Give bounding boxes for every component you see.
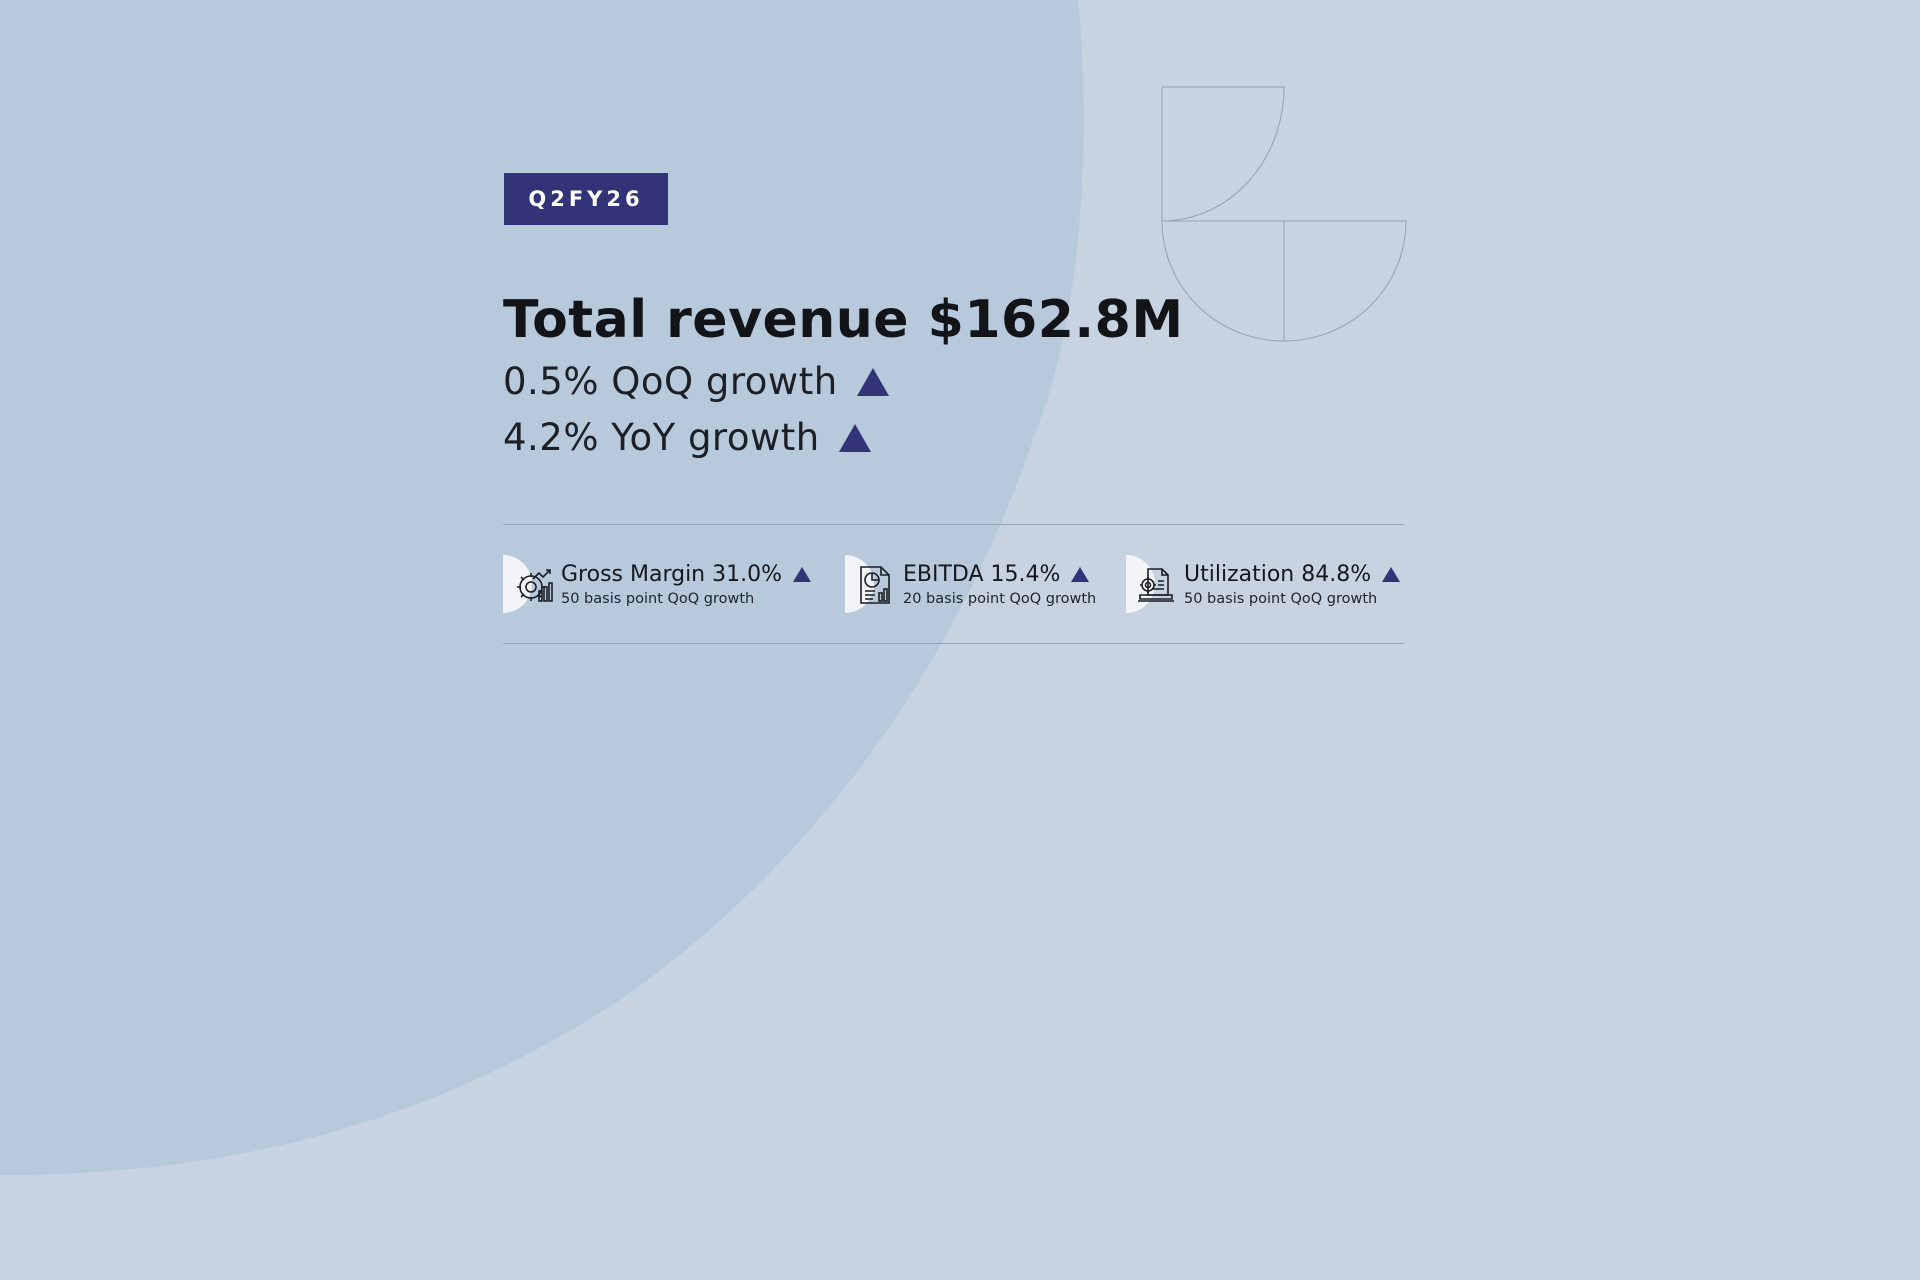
- laptop-gear-icon: [1126, 555, 1184, 613]
- qoq-growth-label: 0.5% QoQ growth: [503, 360, 838, 403]
- kpi-utilization: Utilization 84.8% 50 basis point QoQ gro…: [1126, 555, 1401, 613]
- kpi-utilization-subtitle: 50 basis point QoQ growth: [1184, 590, 1378, 607]
- kpi-utilization-title: Utilization 84.8%: [1184, 561, 1372, 587]
- kpi-gross-margin-title: Gross Margin 31.0%: [561, 561, 783, 587]
- up-triangle-icon: [793, 566, 812, 582]
- kpi-gross-margin-subtitle: 50 basis point QoQ growth: [561, 590, 755, 607]
- kpi-ebitda-title: EBITDA 15.4%: [903, 561, 1061, 587]
- up-triangle-icon: [856, 367, 889, 396]
- kpi-gross-margin: Gross Margin 31.0% 50 basis point QoQ gr…: [503, 555, 812, 613]
- up-triangle-icon: [838, 423, 871, 452]
- divider-top: [503, 524, 1404, 525]
- qoq-growth-row: 0.5% QoQ growth: [503, 360, 890, 403]
- period-badge: Q2FY26: [504, 173, 668, 225]
- report-chart-icon: [845, 555, 903, 613]
- decorative-quarter-circles: [1161, 86, 1407, 342]
- yoy-growth-label: 4.2% YoY growth: [503, 416, 820, 459]
- up-triangle-icon: [1382, 566, 1401, 582]
- total-revenue-headline: Total revenue $162.8M: [503, 290, 1184, 350]
- gear-chart-icon: [503, 555, 561, 613]
- yoy-growth-row: 4.2% YoY growth: [503, 416, 872, 459]
- kpi-ebitda-subtitle: 20 basis point QoQ growth: [903, 590, 1097, 607]
- up-triangle-icon: [1071, 566, 1090, 582]
- divider-bottom: [503, 643, 1404, 644]
- background-circle: [0, 0, 1920, 1280]
- kpi-ebitda: EBITDA 15.4% 20 basis point QoQ growth: [845, 555, 1096, 613]
